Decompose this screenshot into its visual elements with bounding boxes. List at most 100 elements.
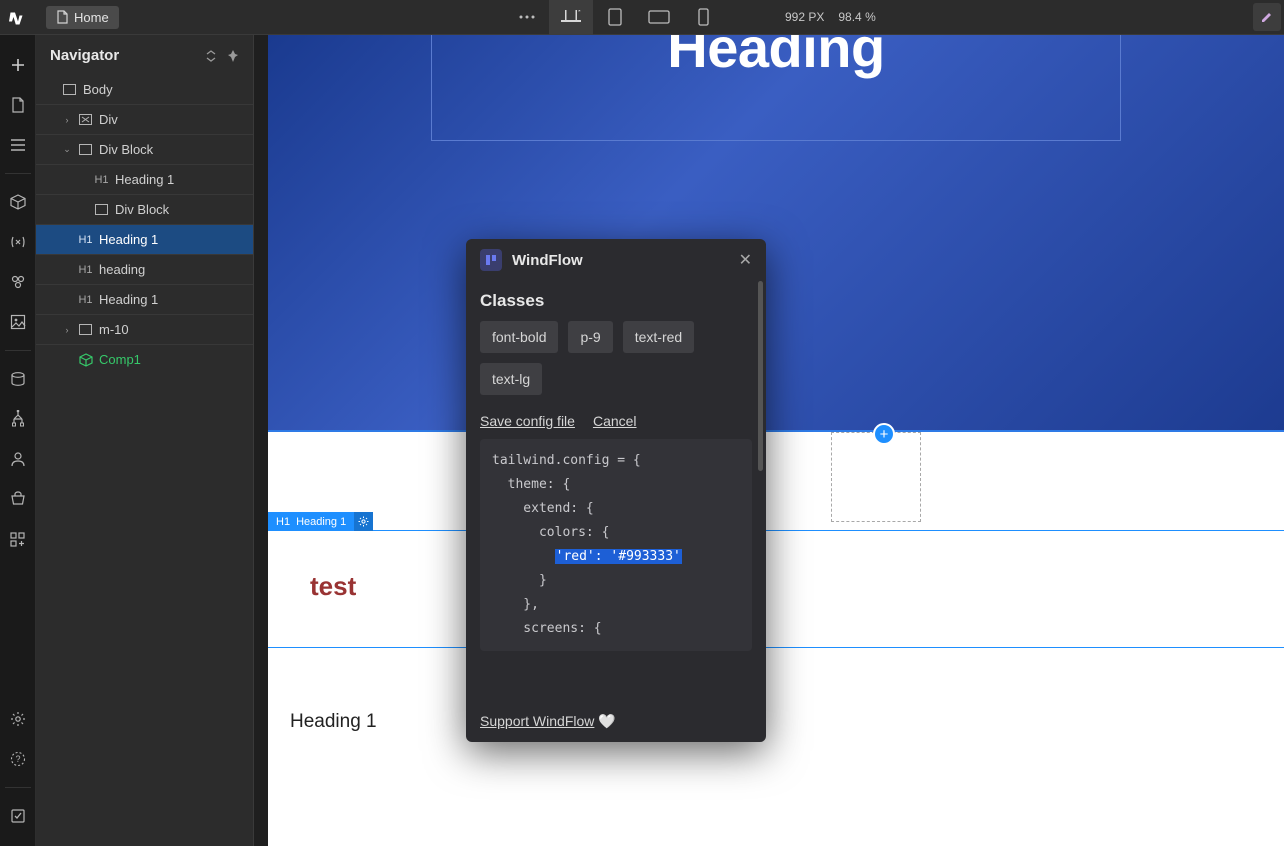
hero-section[interactable]: Heading bbox=[268, 35, 1284, 432]
tree-label: Heading 1 bbox=[99, 232, 158, 247]
tree-row-body[interactable]: Body bbox=[36, 74, 253, 104]
tree-label: Heading 1 bbox=[115, 172, 174, 187]
navigator-title: Navigator bbox=[50, 47, 119, 64]
windflow-footer: Support WindFlow 🤍 bbox=[466, 709, 766, 742]
gear-icon[interactable] bbox=[354, 512, 373, 531]
pin-icon[interactable] bbox=[227, 50, 239, 62]
component-icon bbox=[78, 352, 93, 367]
class-chip[interactable]: text-lg bbox=[480, 363, 542, 395]
tree-row-heading[interactable]: H1 Heading 1 bbox=[36, 164, 253, 194]
variables-icon[interactable] bbox=[0, 222, 36, 262]
test-heading[interactable]: test bbox=[310, 571, 356, 602]
toolstrip-divider bbox=[5, 173, 31, 174]
tree-label: m-10 bbox=[99, 322, 129, 337]
tree-row-divblock[interactable]: ⌄ Div Block bbox=[36, 134, 253, 164]
edit-icon[interactable] bbox=[1253, 3, 1281, 31]
svg-text:*: * bbox=[578, 10, 581, 16]
highlighted-code: 'red': '#993333' bbox=[555, 549, 682, 564]
collapse-icon[interactable] bbox=[205, 50, 217, 62]
h1-icon: H1 bbox=[94, 172, 109, 187]
tree-label: Div Block bbox=[115, 202, 169, 217]
support-link[interactable]: Support WindFlow bbox=[480, 713, 594, 729]
tree-label: Heading 1 bbox=[99, 292, 158, 307]
navigator-tree: Body › Div ⌄ Div Block H1 Heading 1 Div … bbox=[36, 74, 253, 374]
viewport-info: 992 PX 98.4 % bbox=[785, 10, 876, 24]
tree-row-divblock2[interactable]: Div Block bbox=[36, 194, 253, 224]
ecommerce-icon[interactable] bbox=[0, 479, 36, 519]
assets-icon[interactable] bbox=[0, 302, 36, 342]
tablet-icon[interactable] bbox=[593, 0, 637, 35]
close-icon[interactable]: ✕ bbox=[739, 250, 752, 270]
home-button[interactable]: Home bbox=[46, 6, 119, 29]
tree-row-heading3[interactable]: H1 Heading 1 bbox=[36, 284, 253, 314]
classes-heading: Classes bbox=[480, 291, 752, 311]
desktop-breakpoint-icon[interactable]: * bbox=[549, 0, 593, 35]
toolstrip-divider bbox=[5, 787, 31, 788]
page-icon bbox=[56, 10, 68, 24]
selection-outline bbox=[268, 530, 1284, 648]
more-icon[interactable] bbox=[505, 0, 549, 35]
canvas[interactable]: Heading + H1 Heading 1 test Heading 1 bbox=[268, 35, 1284, 846]
navigator-toggle-icon[interactable] bbox=[0, 125, 36, 165]
left-toolstrip: ? bbox=[0, 35, 36, 846]
zoom-level[interactable]: 98.4 % bbox=[838, 10, 875, 24]
tree-row-div[interactable]: › Div bbox=[36, 104, 253, 134]
top-toolbar: Home * 992 PX 98.4 % bbox=[0, 0, 1284, 35]
div-icon bbox=[78, 112, 93, 127]
cancel-link[interactable]: Cancel bbox=[593, 413, 637, 429]
canvas-viewport: Heading + H1 Heading 1 test Heading 1 bbox=[254, 35, 1284, 846]
config-link-row: Save config file Cancel bbox=[480, 413, 752, 429]
landscape-icon[interactable] bbox=[637, 0, 681, 35]
styles-icon[interactable] bbox=[0, 262, 36, 302]
tree-label: Div bbox=[99, 112, 118, 127]
class-chip[interactable]: text-red bbox=[623, 321, 694, 353]
add-element-icon[interactable] bbox=[0, 45, 36, 85]
navigator-header: Navigator bbox=[36, 35, 253, 74]
hero-heading[interactable]: Heading bbox=[667, 35, 884, 80]
plain-heading[interactable]: Heading 1 bbox=[290, 711, 377, 733]
scrollbar[interactable] bbox=[758, 281, 763, 471]
pages-icon[interactable] bbox=[0, 85, 36, 125]
h1-icon: H1 bbox=[78, 262, 93, 277]
mobile-icon[interactable] bbox=[681, 0, 725, 35]
tree-label: Div Block bbox=[99, 142, 153, 157]
class-chip[interactable]: font-bold bbox=[480, 321, 558, 353]
tree-label: Comp1 bbox=[99, 352, 141, 367]
toolstrip-divider bbox=[5, 350, 31, 351]
tree-row-heading-lc[interactable]: H1 heading bbox=[36, 254, 253, 284]
tree-row-heading-selected[interactable]: H1 Heading 1 bbox=[36, 224, 253, 254]
divblock-icon bbox=[94, 202, 109, 217]
save-config-link[interactable]: Save config file bbox=[480, 413, 575, 429]
components-icon[interactable] bbox=[0, 182, 36, 222]
settings-icon[interactable] bbox=[0, 699, 36, 739]
selection-tag-name: Heading 1 bbox=[296, 516, 346, 528]
cms-icon[interactable] bbox=[0, 359, 36, 399]
help-icon[interactable]: ? bbox=[0, 739, 36, 779]
navigator-panel: Navigator Body › Div ⌄ Div Block bbox=[36, 35, 254, 846]
windflow-title: WindFlow bbox=[512, 252, 583, 269]
selection-tag[interactable]: H1 Heading 1 bbox=[268, 512, 373, 531]
divblock-icon bbox=[78, 142, 93, 157]
config-code-block[interactable]: tailwind.config = { theme: { extend: { c… bbox=[480, 439, 752, 651]
tree-label: Body bbox=[83, 82, 113, 97]
add-element-fab-icon[interactable]: + bbox=[873, 423, 895, 445]
apps-icon[interactable] bbox=[0, 519, 36, 559]
class-chip[interactable]: p-9 bbox=[568, 321, 612, 353]
device-switcher: * bbox=[505, 0, 725, 35]
viewport-width[interactable]: 992 PX bbox=[785, 10, 824, 24]
tree-row-comp1[interactable]: Comp1 bbox=[36, 344, 253, 374]
tree-label: heading bbox=[99, 262, 145, 277]
webflow-logo-icon[interactable] bbox=[0, 0, 36, 35]
tree-row-m10[interactable]: › m-10 bbox=[36, 314, 253, 344]
logic-icon[interactable] bbox=[0, 399, 36, 439]
h1-icon: H1 bbox=[78, 292, 93, 307]
empty-placeholder-box[interactable] bbox=[831, 432, 921, 522]
windflow-header[interactable]: WindFlow ✕ bbox=[466, 239, 766, 281]
home-label: Home bbox=[74, 10, 109, 25]
windflow-body: Classes font-bold p-9 text-red text-lg S… bbox=[466, 281, 766, 709]
windflow-logo-icon bbox=[480, 249, 502, 271]
selection-tag-type: H1 bbox=[276, 516, 290, 528]
divblock-icon bbox=[78, 322, 93, 337]
audit-icon[interactable] bbox=[0, 796, 36, 836]
users-icon[interactable] bbox=[0, 439, 36, 479]
